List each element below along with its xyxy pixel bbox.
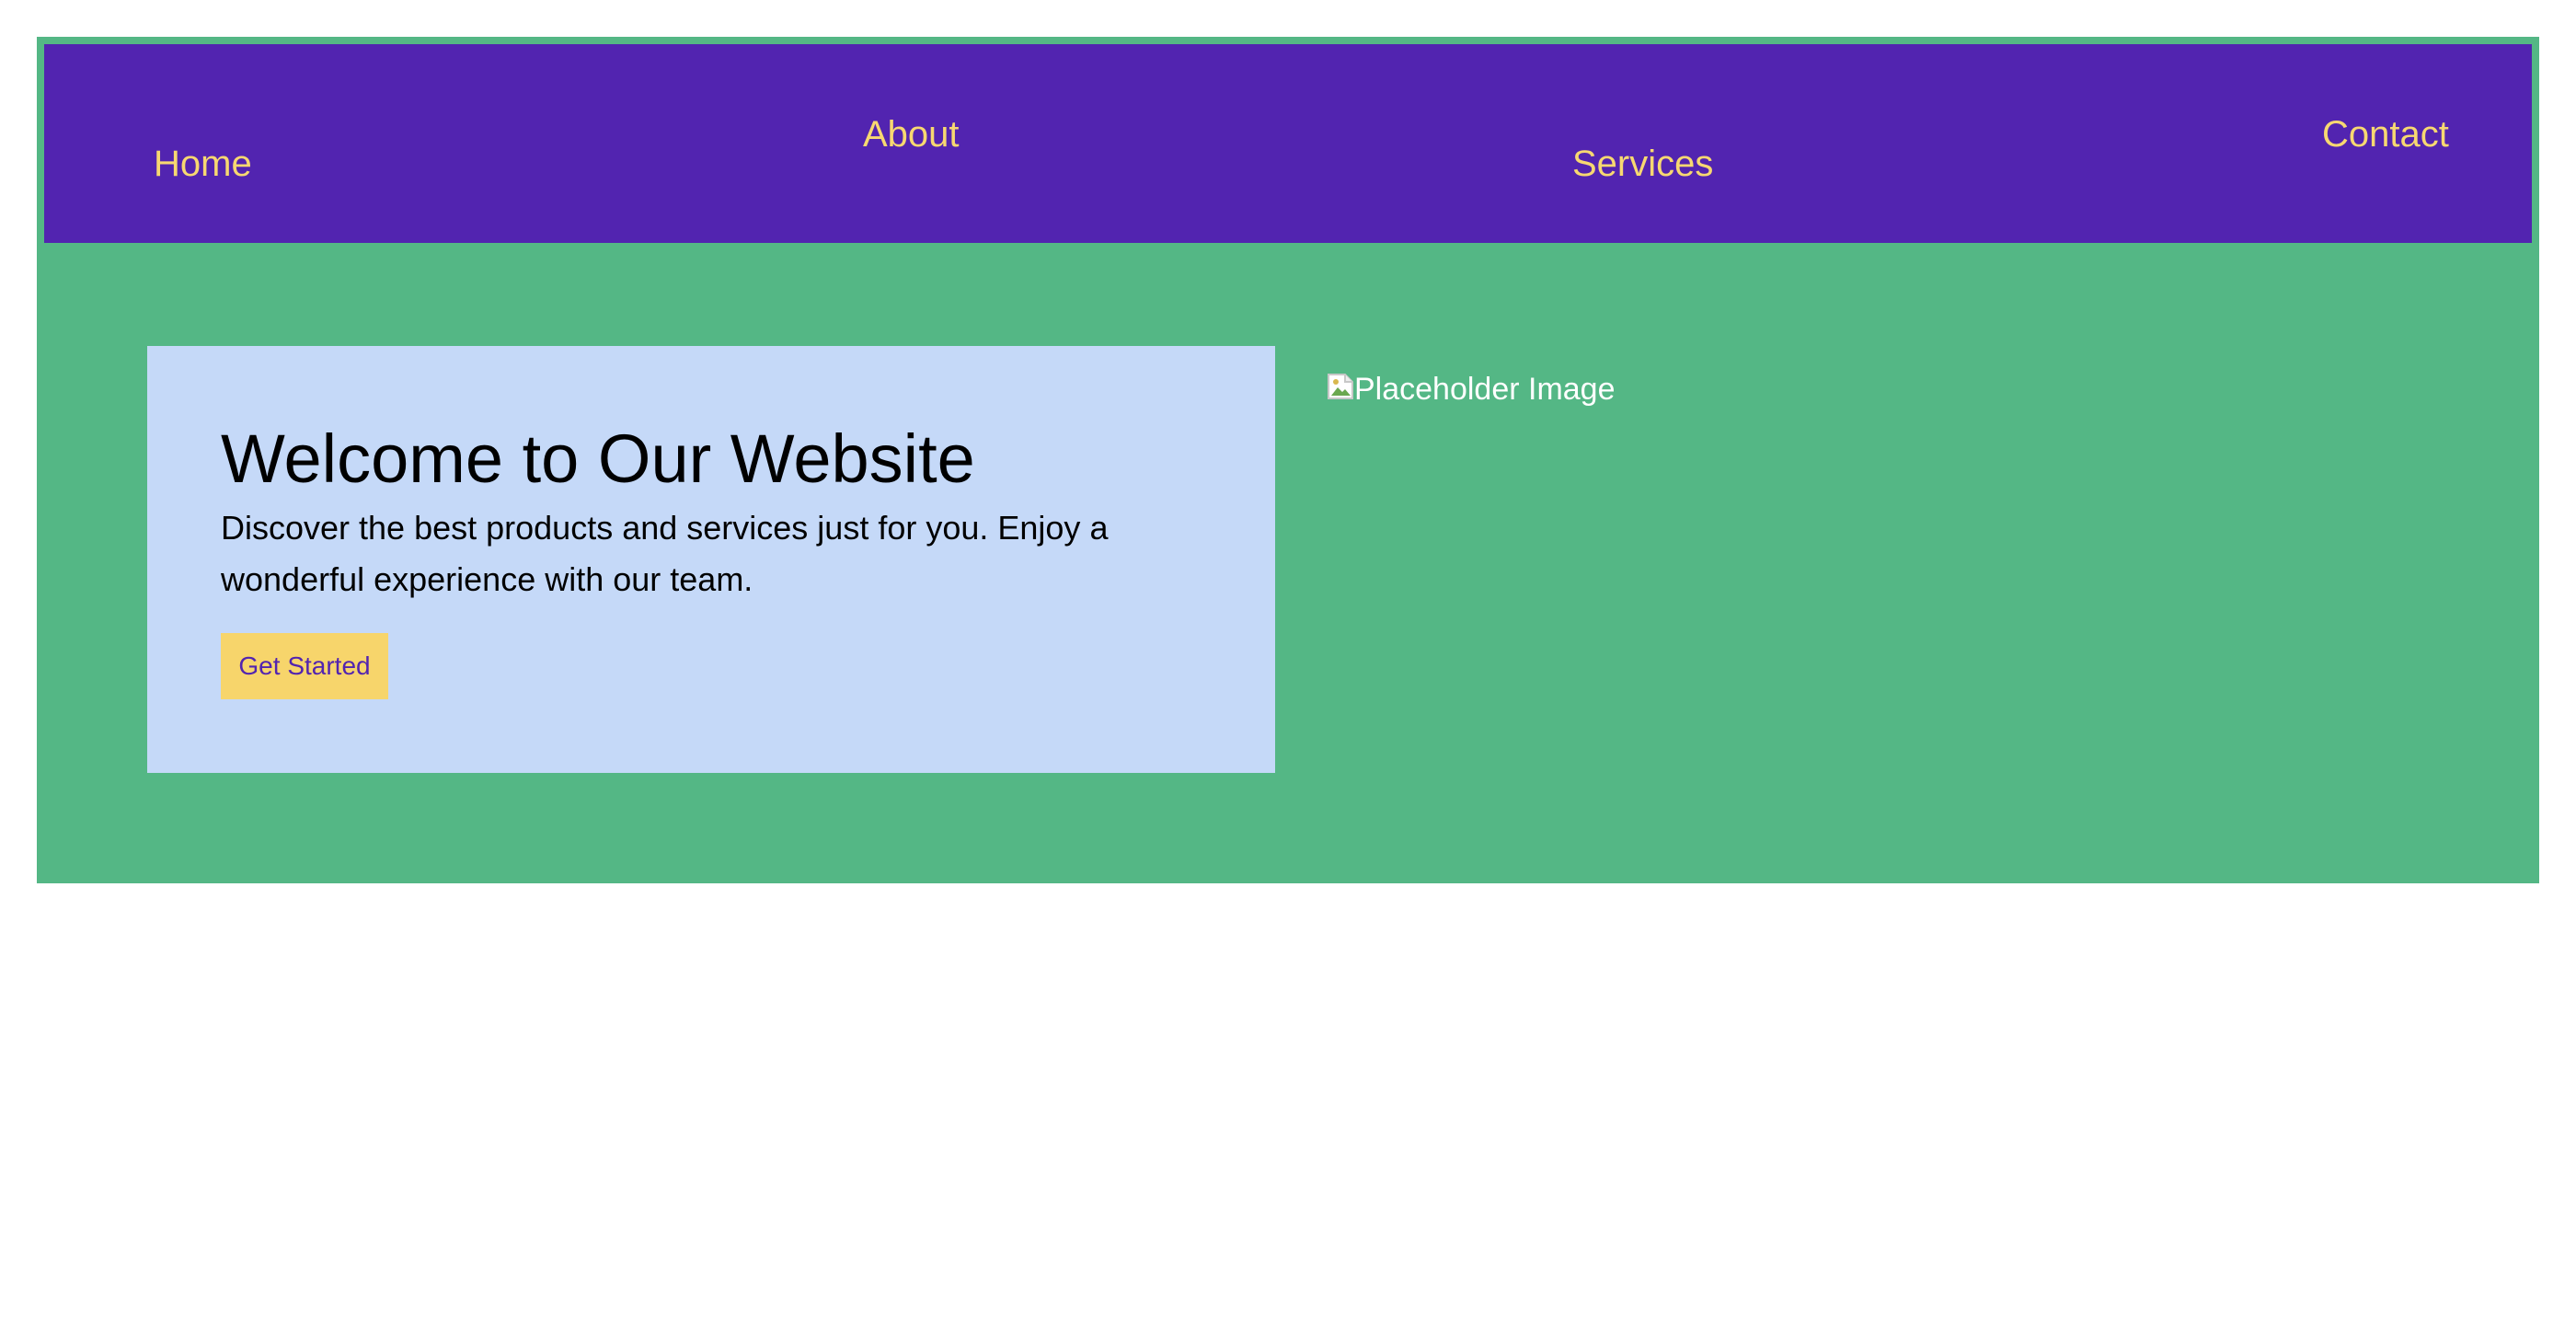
placeholder-image-alt-text: Placeholder Image: [1354, 372, 1616, 407]
page-container: Home About Services Contact Welcome to O…: [37, 37, 2539, 883]
nav-link-contact[interactable]: Contact: [2322, 112, 2449, 156]
placeholder-image: Placeholder Image: [1327, 366, 1616, 412]
nav-link-about[interactable]: About: [863, 112, 960, 156]
nav-link-services[interactable]: Services: [1572, 142, 1713, 186]
broken-image-icon: [1327, 371, 1354, 400]
hero-title: Welcome to Our Website: [221, 421, 975, 497]
hero-description: Discover the best products and services …: [221, 509, 1109, 598]
get-started-button[interactable]: Get Started: [221, 633, 388, 699]
nav-link-home[interactable]: Home: [154, 142, 252, 186]
navbar: Home About Services Contact: [44, 44, 2532, 243]
hero-card: Welcome to Our Website Discover the best…: [147, 346, 1275, 773]
